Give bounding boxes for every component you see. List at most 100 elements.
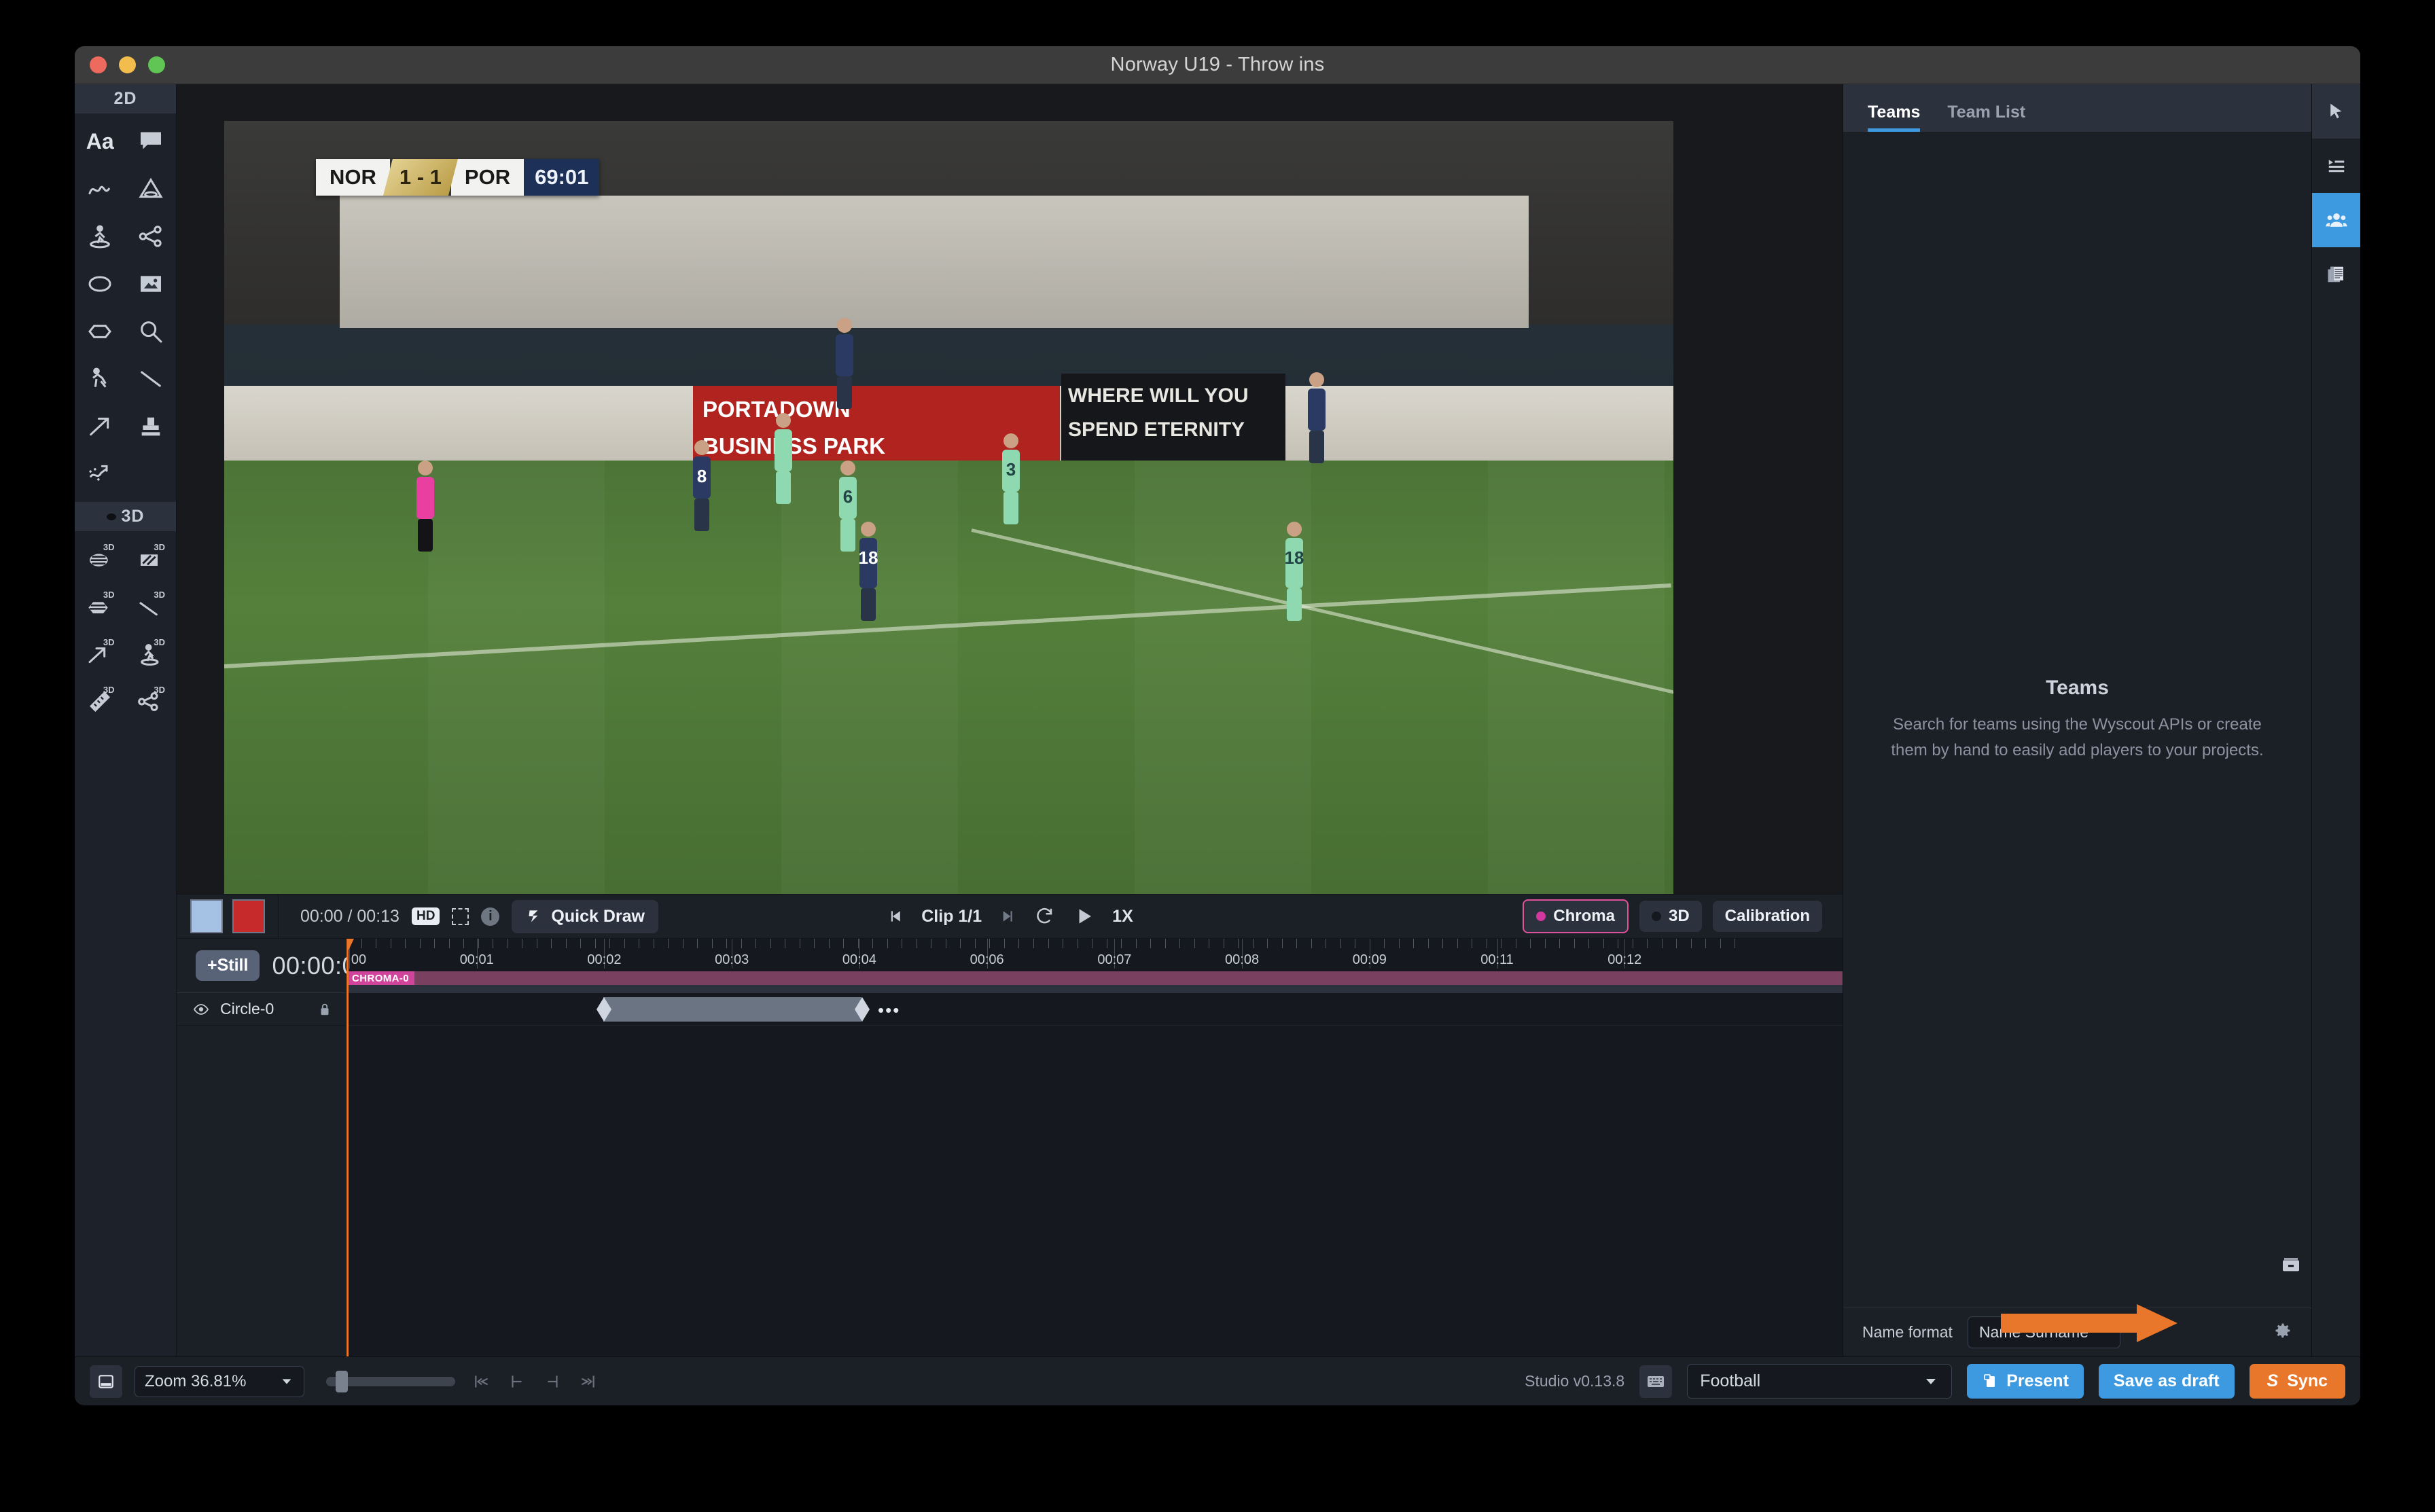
align-end-icon[interactable] xyxy=(544,1373,561,1390)
run-icon xyxy=(86,365,113,393)
ruler-tick xyxy=(463,939,464,948)
chroma-button[interactable]: Chroma xyxy=(1523,899,1629,933)
pass-network-tool[interactable] xyxy=(126,213,177,260)
sync-button[interactable]: S Sync xyxy=(2250,1364,2345,1399)
hexagon-icon xyxy=(86,318,113,345)
ruler-tick xyxy=(668,939,669,948)
player-marker: 18 xyxy=(859,522,877,621)
callout-tool[interactable] xyxy=(126,118,177,165)
rail-playlist-button[interactable] xyxy=(2312,139,2361,193)
panel-toggle-button[interactable] xyxy=(90,1365,122,1398)
gear-icon[interactable] xyxy=(2273,1321,2292,1344)
right-icon-rail xyxy=(2311,84,2360,1356)
loop-icon[interactable] xyxy=(1035,906,1055,926)
control-bar-left: 00:00 / 00:13 HD i Quick Draw xyxy=(279,900,658,933)
studio-version: Studio v0.13.8 xyxy=(1525,1372,1624,1390)
secondary-color-swatch[interactable] xyxy=(232,899,265,933)
keyframe-clip-bar[interactable] xyxy=(603,997,861,1022)
chroma-track[interactable]: CHROMA-0 xyxy=(346,971,1843,985)
tab-team-list[interactable]: Team List xyxy=(1947,103,2025,132)
measure-3d-tool[interactable]: 3D xyxy=(75,678,126,725)
s-logo-icon: S xyxy=(2267,1371,2279,1391)
spotlight-icon xyxy=(86,223,113,250)
play-icon[interactable] xyxy=(1073,905,1095,927)
sync-label: Sync xyxy=(2287,1371,2328,1391)
info-icon[interactable]: i xyxy=(481,907,499,926)
ad-dark-line2: SPEND ETERNITY xyxy=(1061,408,1285,442)
ruler-tick xyxy=(887,939,888,948)
ruler-label: 00:02 xyxy=(587,952,621,968)
line-tool[interactable] xyxy=(126,355,177,403)
ellipse-3d-tool[interactable]: 3D xyxy=(75,535,126,583)
spotlight-3d-tool[interactable]: 3D xyxy=(126,630,177,678)
ruler-tick xyxy=(1442,939,1443,948)
playback-speed[interactable]: 1X xyxy=(1112,907,1133,926)
ruler-tick xyxy=(1574,939,1575,948)
gear-glyph xyxy=(2273,1321,2292,1340)
skip-previous-icon[interactable] xyxy=(886,907,904,925)
polygon-tool[interactable] xyxy=(75,308,126,355)
ad-board-dark: WHERE WILL YOU SPEND ETERNITY xyxy=(1061,374,1285,466)
clip-counter: Clip 1/1 xyxy=(921,907,982,926)
polygon-3d-tool[interactable]: 3D xyxy=(75,583,126,630)
crop-icon[interactable] xyxy=(452,908,469,925)
ruler-tick xyxy=(1720,939,1721,948)
zoom-slider[interactable] xyxy=(326,1377,455,1386)
more-icon[interactable]: ••• xyxy=(878,1001,900,1019)
cone-tool[interactable] xyxy=(126,165,177,213)
align-start-icon[interactable] xyxy=(508,1373,526,1390)
freehand-tool[interactable] xyxy=(75,165,126,213)
ruler-tick xyxy=(1121,939,1122,948)
play-diagram-tool[interactable] xyxy=(75,450,126,498)
documents-icon xyxy=(2326,264,2347,285)
spotlight-3d-superscript: 3D xyxy=(154,637,165,647)
ruler-tick xyxy=(1282,939,1283,948)
ruler-label: 00:03 xyxy=(715,952,749,968)
arrow-3d-tool[interactable]: 3D xyxy=(75,630,126,678)
quick-draw-button[interactable]: Quick Draw xyxy=(512,900,658,933)
archive-icon[interactable] xyxy=(2280,1254,2302,1279)
layer-row[interactable]: Circle-0 xyxy=(177,993,346,1026)
rect-3d-tool[interactable]: 3D xyxy=(126,535,177,583)
sport-select[interactable]: Football xyxy=(1687,1364,1952,1399)
status-bar-right: Studio v0.13.8 Football Present Save as … xyxy=(1525,1364,2345,1399)
tab-teams[interactable]: Teams xyxy=(1868,103,1920,132)
timeline-ruler[interactable]: 0000:0100:0200:0300:0400:0600:0700:0800:… xyxy=(346,939,1843,971)
layer-track[interactable]: ••• xyxy=(346,993,1843,1026)
ellipse-tool[interactable] xyxy=(75,260,126,308)
zoom-slider-knob[interactable] xyxy=(336,1371,348,1392)
keyboard-shortcuts-button[interactable] xyxy=(1639,1365,1672,1398)
ruler-tick xyxy=(434,939,435,948)
save-as-draft-button[interactable]: Save as draft xyxy=(2099,1364,2235,1399)
arrow-tool[interactable] xyxy=(75,403,126,450)
align-right-icon[interactable] xyxy=(579,1373,597,1390)
eye-icon[interactable] xyxy=(193,1001,209,1018)
calibration-button[interactable]: Calibration xyxy=(1713,901,1822,932)
zoom-select[interactable]: Zoom 36.81% xyxy=(135,1366,304,1397)
magnifier-tool[interactable] xyxy=(126,308,177,355)
three-d-button[interactable]: 3D xyxy=(1639,901,1702,932)
timeline-tracks[interactable]: 0000:0100:0200:0300:0400:0600:0700:0800:… xyxy=(346,939,1843,1356)
lock-icon[interactable] xyxy=(317,1002,332,1017)
playhead[interactable] xyxy=(346,939,349,1356)
scoreboard-overlay: NOR 1 - 1 POR 69:01 xyxy=(316,159,599,196)
hd-badge[interactable]: HD xyxy=(412,907,440,925)
rail-cursor-button[interactable] xyxy=(2312,84,2361,139)
pass-network-3d-tool[interactable]: 3D xyxy=(126,678,177,725)
rail-documents-button[interactable] xyxy=(2312,247,2361,302)
rail-teams-button[interactable] xyxy=(2312,193,2361,247)
stamp-tool[interactable] xyxy=(126,403,177,450)
line-3d-tool[interactable]: 3D xyxy=(126,583,177,630)
present-button[interactable]: Present xyxy=(1967,1364,2084,1399)
player-run-tool[interactable] xyxy=(75,355,126,403)
video-canvas[interactable]: PORTADOWN BUSINESS PARK WHERE WILL YOU S… xyxy=(224,121,1673,936)
player-spotlight-tool[interactable] xyxy=(75,213,126,260)
skip-next-icon[interactable] xyxy=(999,907,1017,925)
application-window: Norway U19 - Throw ins 2D Aa xyxy=(75,46,2360,1405)
align-left-icon[interactable] xyxy=(473,1373,491,1390)
line-3d-superscript: 3D xyxy=(154,590,165,600)
add-still-button[interactable]: +Still xyxy=(196,950,260,981)
image-tool[interactable] xyxy=(126,260,177,308)
primary-color-swatch[interactable] xyxy=(190,899,223,933)
text-tool[interactable]: Aa xyxy=(75,118,126,165)
